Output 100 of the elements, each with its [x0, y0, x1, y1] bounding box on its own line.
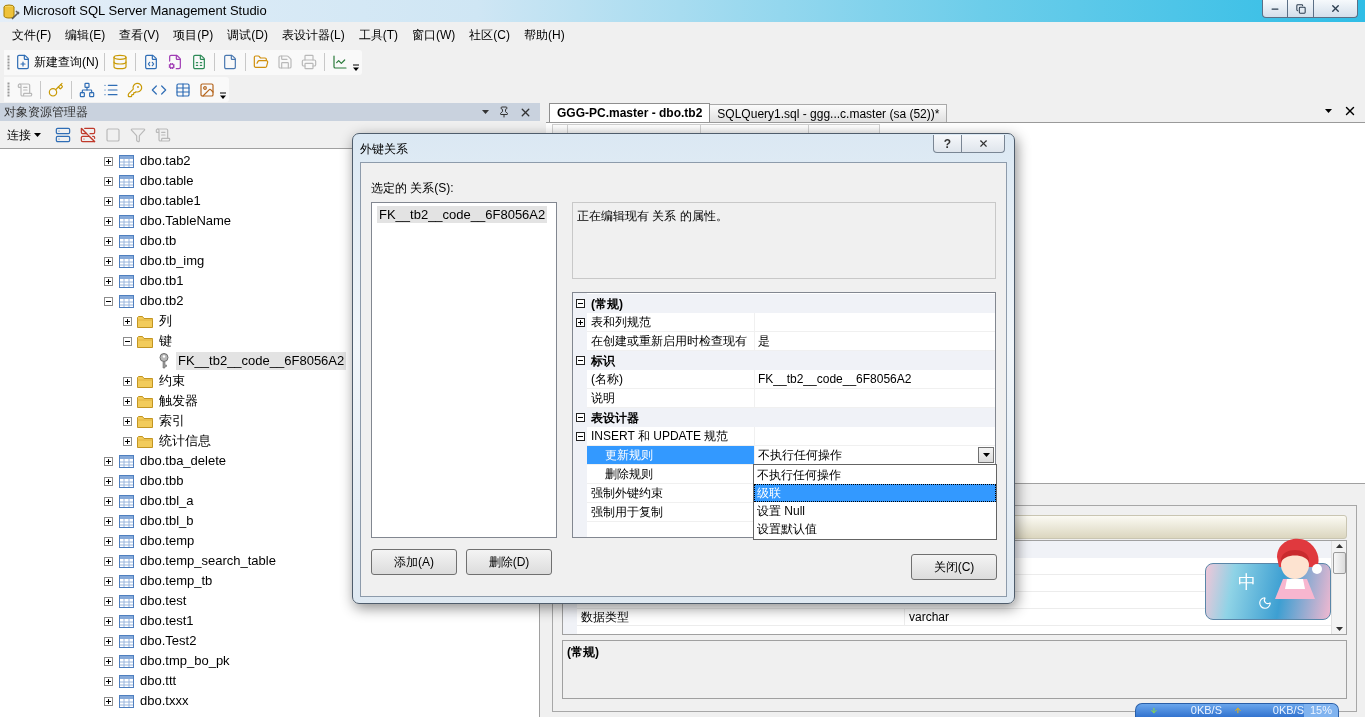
expand-icon[interactable] — [123, 376, 132, 386]
tree-item[interactable]: dbo.TableName — [138, 212, 234, 230]
tree-item[interactable]: dbo.table — [138, 172, 196, 190]
menu-item[interactable]: 窗口(W) — [405, 24, 463, 46]
close-icon[interactable] — [1343, 104, 1357, 118]
property-name[interactable]: 删除规则 — [587, 465, 755, 484]
expand-icon[interactable] — [104, 516, 113, 526]
tree-item[interactable]: dbo.test — [138, 592, 189, 610]
scrollbar[interactable] — [1331, 541, 1346, 634]
expand-icon[interactable] — [104, 556, 113, 566]
property-name[interactable]: (名称) — [587, 370, 755, 389]
open-folder-icon[interactable] — [252, 54, 269, 70]
tree-item[interactable]: dbo.tbl_a — [138, 492, 196, 510]
tree-item[interactable]: dbo.ttt — [138, 672, 179, 690]
expand-icon[interactable] — [104, 236, 113, 246]
property-name[interactable]: 强制外键约束 — [587, 484, 755, 503]
expand-icon[interactable] — [104, 576, 113, 586]
collapse-icon[interactable] — [575, 299, 585, 308]
tree-item[interactable]: dbo.tb_img — [138, 252, 207, 270]
expand-icon[interactable] — [123, 436, 132, 446]
expand-icon[interactable] — [104, 676, 113, 686]
tree-item[interactable]: dbo.tb2 — [138, 292, 186, 310]
tree-item[interactable]: dbo.temp — [138, 532, 197, 550]
spreadsheet-file-icon[interactable] — [190, 54, 207, 70]
grip-icon[interactable] — [7, 82, 10, 97]
expand-icon[interactable] — [123, 396, 132, 406]
expand-icon[interactable] — [104, 496, 113, 506]
network-icon[interactable] — [79, 81, 95, 98]
scrollbar-thumb[interactable] — [1332, 552, 1346, 574]
tree-item[interactable]: dbo.tb — [138, 232, 179, 250]
grip-icon[interactable] — [7, 54, 10, 70]
category-row[interactable]: 表设计器 — [573, 408, 995, 427]
expand-icon[interactable] — [104, 456, 113, 466]
tree-item[interactable]: dbo.tb1 — [138, 272, 186, 290]
tree-item[interactable]: dbo.temp_tb — [138, 572, 215, 590]
expand-icon[interactable] — [123, 316, 132, 326]
property-value[interactable]: 不执行任何操作 — [755, 448, 842, 462]
dropdown-caret-icon[interactable] — [482, 110, 489, 114]
property-name[interactable]: 数据类型 — [577, 609, 905, 625]
overflow-icon[interactable] — [219, 91, 227, 100]
tree-item[interactable]: dbo.tbb — [138, 472, 186, 490]
table-icon[interactable] — [175, 81, 191, 98]
expand-icon[interactable] — [104, 536, 113, 546]
collapse-icon[interactable] — [123, 336, 132, 346]
property-name[interactable]: 强制用于复制 — [587, 503, 755, 522]
server-off-icon[interactable] — [80, 126, 96, 143]
tree-item[interactable]: dbo.tmp_bo_pk — [138, 652, 232, 670]
tree-item[interactable]: 统计信息 — [157, 432, 213, 450]
menu-item[interactable]: 表设计器(L) — [275, 24, 352, 46]
file-icon[interactable] — [221, 54, 238, 70]
restore-button[interactable] — [1288, 0, 1314, 18]
tree-item[interactable]: 键 — [157, 332, 174, 350]
dropdown-caret-icon[interactable] — [34, 132, 41, 137]
tree-item[interactable]: dbo.tba_delete — [138, 452, 229, 470]
expand-icon[interactable] — [123, 416, 132, 426]
expand-icon[interactable] — [104, 276, 113, 286]
scroll-up-icon[interactable] — [1335, 544, 1343, 548]
image-icon[interactable] — [199, 81, 215, 98]
menu-item[interactable]: 调试(D) — [220, 24, 275, 46]
menu-item[interactable]: 项目(P) — [166, 24, 221, 46]
expand-icon[interactable] — [104, 656, 113, 666]
tree-item[interactable]: dbo.tbl_b — [138, 512, 196, 530]
expand-icon[interactable] — [104, 636, 113, 646]
pin-icon[interactable] — [498, 106, 510, 118]
expand-icon[interactable] — [104, 256, 113, 266]
expand-icon[interactable] — [104, 216, 113, 226]
tree-item[interactable]: 触发器 — [157, 392, 200, 410]
server-icon[interactable] — [55, 126, 71, 143]
expand-icon[interactable] — [104, 476, 113, 486]
gear-file-icon[interactable] — [166, 54, 183, 70]
minimize-button[interactable] — [1262, 0, 1288, 18]
dropdown-option[interactable]: 不执行任何操作 — [754, 466, 996, 484]
dropdown-caret-icon[interactable] — [982, 453, 990, 457]
close-button[interactable] — [1314, 0, 1358, 18]
dropdown-option[interactable]: 设置 Null — [754, 502, 996, 520]
new-file-icon[interactable] — [15, 54, 31, 70]
overflow-icon[interactable] — [351, 64, 360, 72]
menu-item[interactable]: 查看(V) — [112, 24, 167, 46]
expand-icon[interactable] — [104, 156, 113, 166]
document-tab[interactable]: GGG-PC.master - dbo.tb2 — [549, 103, 711, 122]
menu-item[interactable]: 帮助(H) — [517, 24, 572, 46]
tree-item[interactable]: 列 — [157, 312, 174, 330]
collapse-icon[interactable] — [575, 413, 585, 422]
collapse-icon[interactable] — [575, 356, 585, 365]
tree-item[interactable]: 约束 — [157, 372, 187, 390]
expand-icon[interactable] — [575, 318, 585, 327]
expand-icon[interactable] — [104, 176, 113, 186]
scroll-down-icon[interactable] — [1335, 627, 1343, 631]
expand-icon[interactable] — [104, 616, 113, 626]
menu-item[interactable]: 编辑(E) — [58, 24, 113, 46]
tree-item[interactable]: dbo.tab2 — [138, 152, 193, 170]
tree-item[interactable]: dbo.Test2 — [138, 632, 199, 650]
line-chart-icon[interactable] — [331, 54, 348, 70]
document-tab[interactable]: SQLQuery1.sql - ggg...c.master (sa (52))* — [710, 104, 948, 122]
expand-icon[interactable] — [104, 596, 113, 606]
help-button[interactable]: ? — [933, 135, 962, 153]
tree-item[interactable]: dbo.test1 — [138, 612, 196, 630]
menu-item[interactable]: 文件(F) — [5, 24, 59, 46]
relation-item[interactable]: FK__tb2__code__6F8056A2 — [377, 206, 548, 223]
dropdown-option[interactable]: 设置默认值 — [754, 520, 996, 538]
